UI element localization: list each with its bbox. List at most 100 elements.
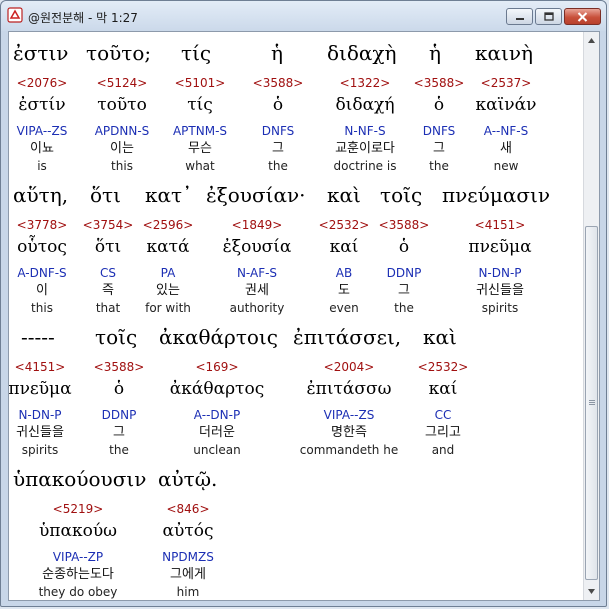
greek-word: καὶ bbox=[327, 183, 361, 207]
korean-gloss: 귀신들을 bbox=[476, 283, 524, 298]
strong-number: <3588> bbox=[252, 76, 304, 90]
word-analysis[interactable]: <1322> διδαχή N-NF-S 교훈이로다 doctrine is bbox=[334, 75, 397, 174]
greek-word: τοῖς bbox=[380, 183, 423, 207]
strong-number: <2076> bbox=[16, 76, 68, 90]
english-gloss: for with bbox=[145, 301, 191, 315]
greek-word: τοῦτο; bbox=[86, 41, 152, 65]
strong-number: <2537> bbox=[480, 76, 532, 90]
lemma: κατά bbox=[146, 237, 190, 257]
word-analysis[interactable]: <3754> ὅτι CS 즉 that bbox=[83, 217, 134, 316]
greek-word: καὶ bbox=[423, 325, 457, 349]
strong-number: <846> bbox=[166, 502, 210, 516]
lemma: τοῦτο bbox=[97, 95, 147, 115]
verse-content: ἐστιν τοῦτο; τίς ἡ διδαχὴ ἡ καινὴ <2076>… bbox=[9, 32, 584, 600]
greek-word: τίς bbox=[181, 41, 212, 65]
english-gloss: the bbox=[268, 159, 288, 173]
parsing-code: APTNM-S bbox=[172, 124, 228, 138]
word-analysis[interactable]: <1849> ἐξουσία N-AF-S 권세 authority bbox=[223, 217, 292, 316]
strong-number: <2004> bbox=[323, 360, 375, 374]
english-gloss: the bbox=[429, 159, 449, 173]
scroll-down-button[interactable] bbox=[584, 583, 599, 600]
korean-gloss: 권세 bbox=[245, 283, 269, 298]
word-analysis[interactable]: <2537> καϊνάν A--NF-S 새 new bbox=[476, 75, 537, 174]
strong-number: <169> bbox=[195, 360, 239, 374]
close-icon bbox=[577, 11, 588, 22]
parsing-code: CS bbox=[100, 266, 116, 280]
parsing-code: N-AF-S bbox=[236, 266, 278, 280]
lemma: καί bbox=[428, 379, 458, 399]
strong-number: <1322> bbox=[339, 76, 391, 90]
word-analysis[interactable]: <2532> καί AB 도 even bbox=[319, 217, 370, 316]
parsing-code: APDNN-S bbox=[94, 124, 150, 138]
korean-gloss: 새 bbox=[500, 141, 512, 156]
strong-number: <3588> bbox=[93, 360, 145, 374]
parsing-code: AB bbox=[335, 266, 353, 280]
word-analysis[interactable]: <2004> ἐπιτάσσω VIPA--ZS 명한즉 commandeth … bbox=[300, 359, 398, 458]
word-analysis[interactable]: <5124> τοῦτο APDNN-S 이는 this bbox=[95, 75, 150, 174]
parsing-code: N-DN-P bbox=[478, 266, 522, 280]
word-analysis[interactable]: <169> ἀκάθαρτος A--DN-P 더러운 unclean bbox=[170, 359, 264, 458]
word-analysis[interactable]: <4151> πνεῦμα N-DN-P 귀신들을 spirits bbox=[468, 217, 531, 316]
greek-word: ἡ bbox=[429, 41, 441, 65]
english-gloss: even bbox=[329, 301, 359, 315]
word-analysis[interactable]: <2076> ἐστίν VIPA--ZS 이뇨 is bbox=[17, 75, 68, 174]
parsing-code: PA bbox=[160, 266, 176, 280]
strong-number: <3778> bbox=[16, 218, 68, 232]
close-button[interactable] bbox=[564, 8, 601, 25]
lemma: πνεῦμα bbox=[8, 379, 72, 399]
lemma: ἀκάθαρτος bbox=[169, 379, 265, 399]
word-analysis[interactable]: <846> αὐτός NPDMZS 그에게 him bbox=[162, 501, 214, 600]
word-analysis[interactable]: <5101> τίς APTNM-S 무슨 what bbox=[173, 75, 227, 174]
word-analysis[interactable]: <4151> πνεῦμα N-DN-P 귀신들을 spirits bbox=[8, 359, 72, 458]
scroll-thumb[interactable] bbox=[585, 226, 598, 580]
strong-number: <5124> bbox=[96, 76, 148, 90]
lemma: τίς bbox=[187, 95, 213, 115]
strong-number: <3754> bbox=[82, 218, 134, 232]
english-gloss: authority bbox=[229, 301, 285, 315]
korean-gloss: 이는 bbox=[110, 141, 134, 156]
korean-gloss: 있는 bbox=[156, 283, 180, 298]
lemma: πνεῦμα bbox=[468, 237, 532, 257]
korean-gloss: 그 bbox=[113, 425, 125, 440]
scroll-up-button[interactable] bbox=[584, 32, 599, 49]
word-analysis[interactable]: <3588> ὁ DDNP 그 the bbox=[379, 217, 430, 316]
arrow-up-icon bbox=[588, 38, 595, 43]
english-gloss: doctrine is bbox=[333, 159, 397, 173]
word-analysis[interactable]: <3588> ὁ DDNP 그 the bbox=[94, 359, 145, 458]
english-gloss: this bbox=[111, 159, 133, 173]
minimize-button[interactable] bbox=[506, 8, 533, 25]
english-gloss: unclean bbox=[193, 443, 241, 457]
english-gloss: him bbox=[176, 585, 200, 599]
greek-word: αὕτη, bbox=[13, 183, 69, 207]
lemma: ὁ bbox=[398, 237, 410, 257]
analysis-panel: ἐστιν τοῦτο; τίς ἡ διδαχὴ ἡ καινὴ <2076>… bbox=[8, 31, 600, 601]
korean-gloss: 귀신들을 bbox=[16, 425, 64, 440]
parsing-code: N-NF-S bbox=[344, 124, 386, 138]
parsing-code: CC bbox=[434, 408, 452, 422]
lemma: αὐτός bbox=[162, 521, 214, 541]
app-window: @원전분해 - 막 1:27 ἐστιν τοῦτο; τίς ἡ διδαχὴ… bbox=[0, 0, 607, 607]
grip-icon bbox=[588, 400, 595, 406]
vertical-scrollbar[interactable] bbox=[583, 32, 599, 600]
english-gloss: spirits bbox=[481, 301, 519, 315]
parsing-code: VIPA--ZP bbox=[52, 550, 104, 564]
english-gloss: they do obey bbox=[38, 585, 118, 599]
word-analysis[interactable]: <3588> ὁ DNFS 그 the bbox=[414, 75, 465, 174]
parsing-code: DDNP bbox=[101, 408, 137, 422]
word-analysis[interactable]: <5219> ὑπακούω VIPA--ZP 순종하는도다 they do o… bbox=[39, 501, 118, 600]
word-analysis[interactable]: <3778> οὗτος A-DNF-S 이 this bbox=[17, 217, 68, 316]
greek-word: ἐπιτάσσει, bbox=[293, 325, 402, 349]
greek-word: ἐξουσίαν· bbox=[206, 183, 306, 207]
title-bar[interactable]: @원전분해 - 막 1:27 bbox=[1, 1, 606, 31]
strong-number: <2532> bbox=[318, 218, 370, 232]
word-analysis[interactable]: <2596> κατά PA 있는 for with bbox=[143, 217, 194, 316]
maximize-button[interactable] bbox=[535, 8, 562, 25]
english-gloss: this bbox=[31, 301, 53, 315]
korean-gloss: 그 bbox=[398, 283, 410, 298]
app-icon bbox=[7, 7, 23, 23]
word-analysis[interactable]: <3588> ὁ DNFS 그 the bbox=[253, 75, 304, 174]
word-analysis[interactable]: <2532> καί CC 그리고 and bbox=[418, 359, 469, 458]
english-gloss: spirits bbox=[21, 443, 59, 457]
greek-word: αὐτῷ. bbox=[158, 467, 218, 491]
parsing-code: VIPA--ZS bbox=[323, 408, 375, 422]
